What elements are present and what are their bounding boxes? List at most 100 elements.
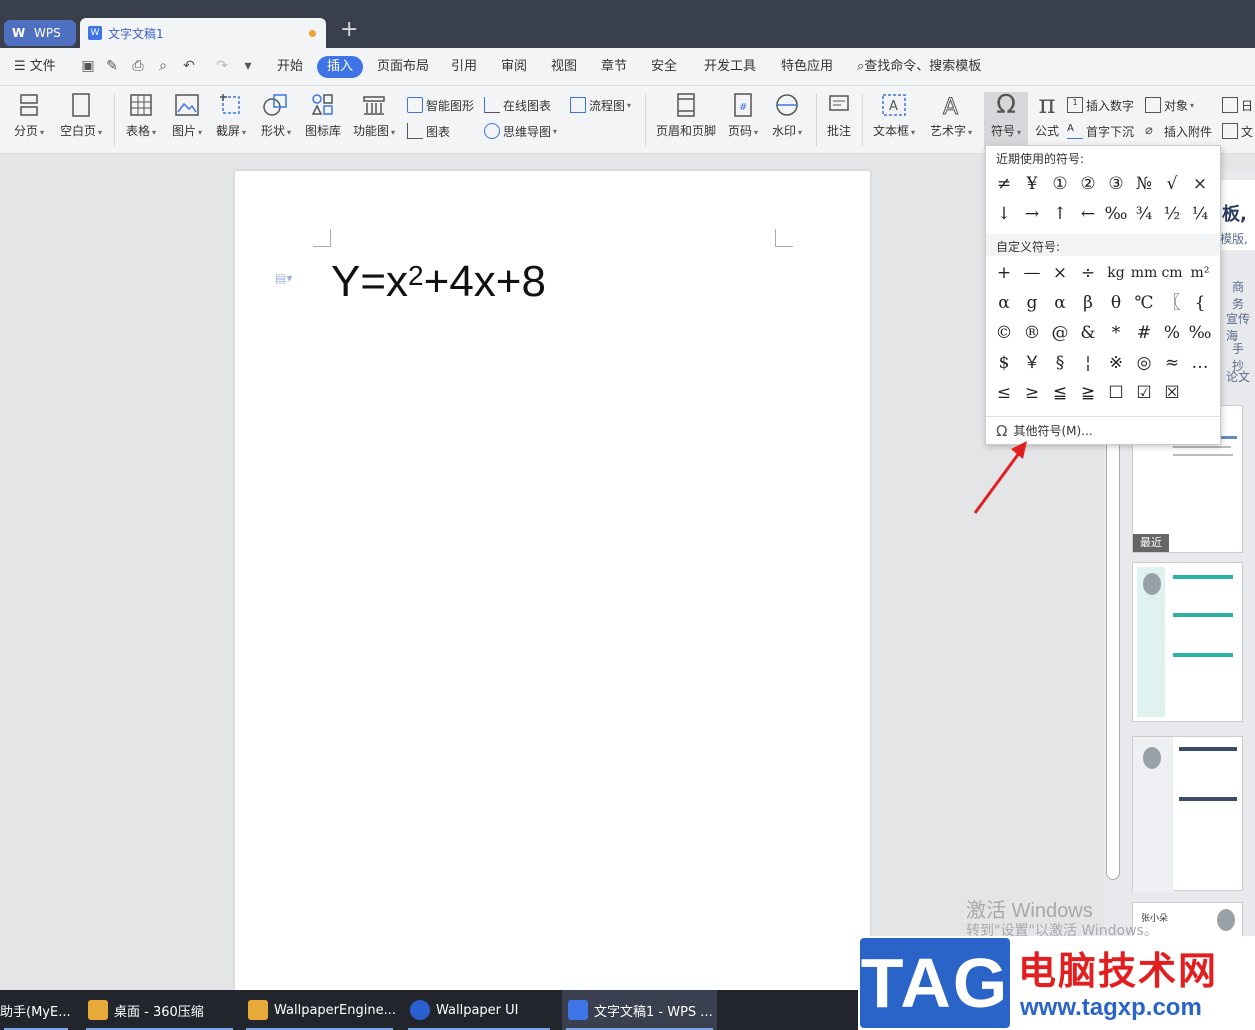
header-footer-button[interactable]: 页眉和页脚 bbox=[654, 86, 718, 139]
menu-start[interactable]: 开始 bbox=[277, 57, 303, 77]
page-break-button[interactable]: 分页 ▾ bbox=[10, 86, 48, 139]
symbol-cell[interactable]: × bbox=[1046, 259, 1074, 287]
symbol-cell[interactable]: ↓ bbox=[990, 200, 1018, 228]
symbol-cell[interactable]: × bbox=[1186, 170, 1214, 198]
symbol-cell[interactable]: ≤ bbox=[990, 379, 1018, 407]
symbol-cell[interactable]: % bbox=[1158, 319, 1186, 347]
menu-file[interactable]: ☰ 文件 bbox=[14, 57, 56, 77]
symbol-cell[interactable]: ③ bbox=[1102, 170, 1130, 198]
symbol-cell[interactable]: ¦ bbox=[1074, 349, 1102, 377]
date-button[interactable]: 日 bbox=[1222, 95, 1253, 115]
symbol-cell[interactable]: mm bbox=[1130, 259, 1158, 287]
symbol-cell[interactable]: ≠ bbox=[990, 170, 1018, 198]
category-tag[interactable]: 商务 bbox=[1232, 278, 1255, 312]
format-painter-icon[interactable]: ✎ bbox=[104, 58, 120, 74]
symbol-cell[interactable]: ≈ bbox=[1158, 349, 1186, 377]
symbol-cell[interactable]: ‰ bbox=[1102, 200, 1130, 228]
symbol-cell[interactable]: — bbox=[1018, 259, 1046, 287]
symbol-cell[interactable]: α bbox=[1046, 289, 1074, 317]
symbol-cell[interactable]: ≧ bbox=[1074, 379, 1102, 407]
paragraph-handle-icon[interactable]: ▤▾ bbox=[275, 271, 292, 287]
tab-wps-home[interactable]: W WPS bbox=[4, 20, 76, 46]
symbol-cell[interactable]: ② bbox=[1074, 170, 1102, 198]
menu-review[interactable]: 审阅 bbox=[501, 57, 527, 77]
symbol-cell[interactable]: ☐ bbox=[1102, 379, 1130, 407]
formula-button[interactable]: π 公式 bbox=[1032, 86, 1062, 139]
symbol-cell[interactable]: kg bbox=[1102, 259, 1130, 287]
template-thumbnail[interactable] bbox=[1132, 562, 1243, 722]
symbol-cell[interactable]: √ bbox=[1158, 170, 1186, 198]
symbol-cell[interactable]: θ bbox=[1102, 289, 1130, 317]
menu-features[interactable]: 特色应用 bbox=[781, 57, 833, 77]
symbol-button[interactable]: Ω 符号 ▾ bbox=[984, 90, 1028, 150]
symbol-cell[interactable]: ☑ bbox=[1130, 379, 1158, 407]
doc-part-button[interactable]: 文 bbox=[1222, 121, 1253, 141]
undo-icon[interactable]: ↶ bbox=[181, 58, 197, 74]
menu-chapter[interactable]: 章节 bbox=[601, 57, 627, 77]
mind-map-button[interactable]: 思维导图 ▾ bbox=[484, 121, 557, 141]
chart-button[interactable]: 图表 bbox=[407, 121, 450, 141]
symbol-cell[interactable]: ½ bbox=[1158, 200, 1186, 228]
symbol-cell[interactable]: # bbox=[1130, 319, 1158, 347]
menu-insert[interactable]: 插入 bbox=[317, 56, 364, 78]
icon-library-button[interactable]: 图标库 bbox=[303, 86, 343, 139]
symbol-cell[interactable]: g bbox=[1018, 289, 1046, 317]
symbol-cell[interactable]: α bbox=[990, 289, 1018, 317]
object-button[interactable]: 对象 ▾ bbox=[1145, 95, 1194, 115]
symbol-cell[interactable]: © bbox=[990, 319, 1018, 347]
menu-security[interactable]: 安全 bbox=[651, 57, 677, 77]
print-icon[interactable]: ⎙ bbox=[130, 58, 146, 74]
symbol-cell[interactable]: № bbox=[1130, 170, 1158, 198]
symbol-cell[interactable]: § bbox=[1046, 349, 1074, 377]
picture-button[interactable]: 图片 ▾ bbox=[168, 86, 206, 139]
new-tab-button[interactable]: + bbox=[340, 18, 360, 42]
symbol-cell[interactable]: ↑ bbox=[1046, 200, 1074, 228]
shape-button[interactable]: 形状 ▾ bbox=[257, 86, 295, 139]
drop-cap-button[interactable]: A 首字下沉 bbox=[1067, 121, 1134, 141]
symbol-cell[interactable]: 〖 bbox=[1158, 289, 1186, 317]
document-page[interactable]: ▤▾ Y=x2+4x+8 bbox=[235, 171, 870, 990]
symbol-cell[interactable]: { bbox=[1186, 289, 1214, 317]
symbol-cell[interactable]: $ bbox=[990, 349, 1018, 377]
symbol-cell[interactable]: ← bbox=[1074, 200, 1102, 228]
attachment-button[interactable]: ⌀ 插入附件 bbox=[1145, 121, 1212, 141]
taskbar-item-active[interactable]: 文字文稿1 - WPS ... bbox=[562, 990, 717, 1030]
function-chart-button[interactable]: 功能图 ▾ bbox=[351, 86, 397, 139]
symbol-cell[interactable]: cm bbox=[1158, 259, 1186, 287]
symbol-cell[interactable]: β bbox=[1074, 289, 1102, 317]
tab-document[interactable]: W 文字文稿1 bbox=[80, 18, 326, 48]
symbol-cell[interactable]: ※ bbox=[1102, 349, 1130, 377]
blank-page-button[interactable]: 空白页 ▾ bbox=[56, 86, 106, 139]
symbol-cell[interactable]: ① bbox=[1046, 170, 1074, 198]
symbol-cell[interactable]: ¼ bbox=[1186, 200, 1214, 228]
menu-developer[interactable]: 开发工具 bbox=[704, 57, 756, 77]
table-button[interactable]: 表格 ▾ bbox=[122, 86, 160, 139]
symbol-cell[interactable]: ☒ bbox=[1158, 379, 1186, 407]
symbol-cell[interactable]: … bbox=[1186, 349, 1214, 377]
symbol-cell[interactable]: ® bbox=[1018, 319, 1046, 347]
symbol-cell[interactable]: @ bbox=[1046, 319, 1074, 347]
symbol-cell[interactable]: ℃ bbox=[1130, 289, 1158, 317]
watermark-button[interactable]: 水印 ▾ bbox=[768, 86, 806, 139]
symbol-cell[interactable]: ‰ bbox=[1186, 319, 1214, 347]
template-thumbnail[interactable] bbox=[1132, 736, 1243, 892]
taskbar-item[interactable]: Wallpaper UI bbox=[404, 990, 554, 1030]
symbol-cell[interactable]: ÷ bbox=[1074, 259, 1102, 287]
symbol-cell[interactable]: ￥ bbox=[1018, 349, 1046, 377]
print-preview-icon[interactable]: ⌕ bbox=[155, 58, 171, 74]
textbox-button[interactable]: A 文本框 ▾ bbox=[869, 86, 919, 139]
command-search[interactable]: ⌕查找命令、搜索模板 bbox=[857, 57, 981, 77]
redo-icon[interactable]: ↷ bbox=[214, 58, 230, 74]
insert-number-button[interactable]: 1 插入数字 bbox=[1067, 95, 1134, 115]
menu-page-layout[interactable]: 页面布局 bbox=[377, 57, 429, 77]
symbol-cell[interactable]: → bbox=[1018, 200, 1046, 228]
customize-icon[interactable]: ▾ bbox=[240, 58, 256, 74]
category-tag[interactable]: 论文 bbox=[1226, 368, 1250, 385]
smart-shape-button[interactable]: 智能图形 bbox=[407, 95, 474, 115]
menu-references[interactable]: 引用 bbox=[451, 57, 477, 77]
symbol-cell[interactable]: & bbox=[1074, 319, 1102, 347]
comment-button[interactable]: 批注 bbox=[822, 86, 856, 139]
taskbar-item[interactable]: 桌面 - 360压缩 bbox=[82, 990, 237, 1030]
wordart-button[interactable]: A 艺术字 ▾ bbox=[926, 86, 976, 139]
document-formula-text[interactable]: Y=x2+4x+8 bbox=[331, 255, 546, 309]
